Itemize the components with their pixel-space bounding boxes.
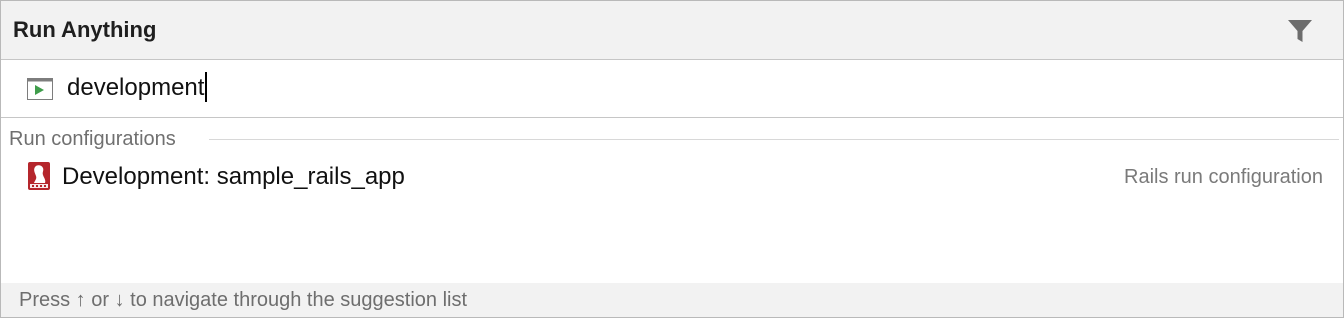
rails-icon	[28, 162, 50, 190]
popup-footer: Press ↑ or ↓ to navigate through the sug…	[1, 283, 1343, 317]
search-row: development	[1, 60, 1343, 118]
footer-hint: Press ↑ or ↓ to navigate through the sug…	[19, 289, 468, 311]
list-item[interactable]: Development: sample_rails_app Rails run …	[1, 159, 1343, 195]
search-input-value: development	[67, 74, 205, 101]
section-divider	[209, 139, 1339, 140]
run-anything-popup: Run Anything development Run configurati…	[0, 0, 1344, 318]
filter-icon[interactable]	[1287, 18, 1313, 44]
result-label: Development: sample_rails_app	[62, 163, 405, 190]
text-caret	[205, 72, 208, 103]
search-input[interactable]: development	[67, 72, 208, 104]
run-console-icon	[27, 78, 53, 100]
popup-title: Run Anything	[13, 17, 157, 42]
result-type: Rails run configuration	[1124, 166, 1323, 188]
popup-header: Run Anything	[1, 1, 1343, 60]
section-header: Run configurations	[9, 127, 1339, 151]
section-label: Run configurations	[9, 127, 188, 151]
